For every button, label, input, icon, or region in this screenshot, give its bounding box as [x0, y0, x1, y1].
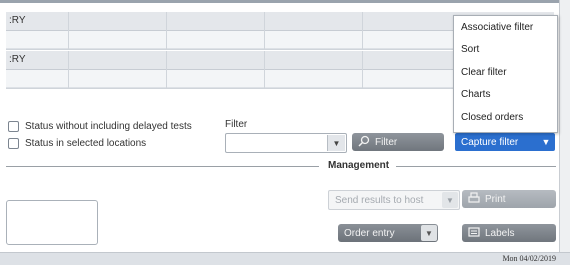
- checkbox[interactable]: [8, 121, 19, 132]
- grid-1-header-label: :RY: [9, 15, 26, 26]
- menu-item-charts[interactable]: Charts: [454, 84, 557, 107]
- order-entry-dropdown[interactable]: Order entry ▼: [338, 224, 438, 242]
- column-divider: [68, 51, 69, 88]
- menu-item-clear-filter[interactable]: Clear filter: [454, 61, 557, 84]
- status-date: Mon 04/02/2019: [502, 254, 556, 263]
- status-bar: Mon 04/02/2019: [0, 252, 570, 265]
- grid-2-header-label: :RY: [9, 54, 26, 65]
- send-results-label: Send results to host: [335, 194, 424, 206]
- capture-filter-label: Capture filter: [461, 136, 519, 148]
- capture-filter-dropdown[interactable]: Capture filter ▼: [455, 133, 555, 151]
- window-edge: [559, 0, 570, 264]
- column-divider: [264, 12, 265, 49]
- order-entry-label: Order entry: [344, 227, 395, 239]
- status-filter-locations-label: Status in selected locations: [25, 138, 147, 149]
- app-window: :RY :RY Status without including delayed…: [0, 0, 570, 265]
- chevron-down-icon: ▼: [421, 225, 437, 241]
- send-results-dropdown[interactable]: Send results to host ▼: [328, 190, 460, 210]
- chevron-down-icon: ▼: [541, 137, 551, 147]
- filter-select[interactable]: ▼: [225, 133, 347, 153]
- filter-button-label: Filter: [375, 136, 398, 148]
- column-divider: [264, 51, 265, 88]
- management-title: Management: [328, 160, 390, 171]
- top-border: [0, 0, 570, 3]
- labels-button-label: Labels: [485, 227, 515, 239]
- search-icon: [358, 135, 370, 150]
- print-icon: [468, 191, 480, 207]
- chevron-down-icon: ▼: [442, 192, 458, 208]
- column-divider: [68, 12, 69, 49]
- column-divider: [166, 12, 167, 49]
- labels-button[interactable]: Labels: [462, 224, 556, 242]
- section-divider: [396, 166, 556, 167]
- column-divider: [166, 51, 167, 88]
- label-icon: [468, 226, 480, 241]
- column-divider: [362, 12, 363, 49]
- status-filter-delayed[interactable]: Status without including delayed tests: [8, 121, 192, 132]
- checkbox[interactable]: [8, 138, 19, 149]
- menu-item-closed-orders[interactable]: Closed orders: [454, 106, 557, 129]
- notes-textbox[interactable]: [6, 200, 98, 245]
- status-filter-locations[interactable]: Status in selected locations: [8, 138, 146, 149]
- print-button-label: Print: [485, 193, 506, 205]
- capture-filter-menu[interactable]: Associative filter Sort Clear filter Cha…: [453, 15, 558, 133]
- status-filter-delayed-label: Status without including delayed tests: [25, 121, 192, 132]
- column-divider: [362, 51, 363, 88]
- filter-label: Filter: [225, 119, 248, 130]
- chevron-down-icon[interactable]: ▼: [327, 135, 345, 151]
- filter-button[interactable]: Filter: [352, 133, 444, 151]
- section-divider: [6, 166, 319, 167]
- menu-item-sort[interactable]: Sort: [454, 39, 557, 62]
- print-button[interactable]: Print: [462, 190, 556, 208]
- menu-item-associative-filter[interactable]: Associative filter: [454, 16, 557, 39]
